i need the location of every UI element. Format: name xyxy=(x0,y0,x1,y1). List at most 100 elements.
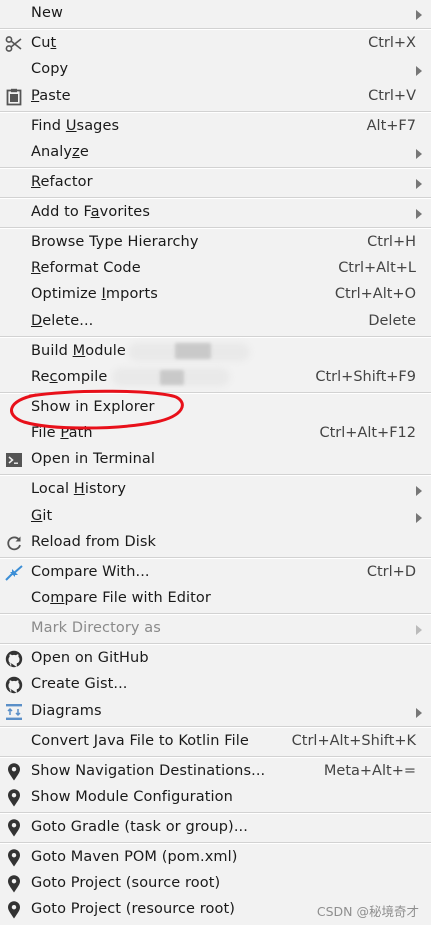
menu-item-git[interactable]: Git xyxy=(0,504,431,530)
menu-item-label: Reload from Disk xyxy=(31,534,157,550)
menu-item-label: Find Usages xyxy=(31,118,120,134)
github-icon xyxy=(4,675,24,695)
submenu-arrow-icon xyxy=(416,209,422,219)
menu-item-label: Open on GitHub xyxy=(31,650,149,666)
shortcut-text: Ctrl+D xyxy=(366,564,416,580)
menu-separator xyxy=(0,197,431,199)
hand-drawn-highlight-ellipse xyxy=(10,389,184,430)
redacted-module-name xyxy=(175,343,211,359)
menu-separator xyxy=(0,613,431,615)
menu-separator xyxy=(0,726,431,728)
menu-item-analyze[interactable]: Analyze xyxy=(0,140,431,166)
menu-item-label: Analyze xyxy=(31,144,89,160)
menu-separator xyxy=(0,756,431,758)
shortcut-text: Ctrl+Alt+L xyxy=(338,260,416,276)
menu-separator xyxy=(0,643,431,645)
menu-item-goto-gradle[interactable]: Goto Gradle (task or group)... xyxy=(0,815,431,841)
menu-item-label: Open in Terminal xyxy=(31,451,156,467)
menu-item-label: Optimize Imports xyxy=(31,286,158,302)
menu-item-delete[interactable]: Delete... Delete xyxy=(0,309,431,335)
menu-item-cut[interactable]: Cut Ctrl+X xyxy=(0,31,431,57)
menu-item-label: Goto Gradle (task or group)... xyxy=(31,819,248,835)
menu-item-goto-maven-pom[interactable]: Goto Maven POM (pom.xml) xyxy=(0,845,431,871)
menu-separator xyxy=(0,557,431,559)
menu-separator xyxy=(0,474,431,476)
location-pin-icon xyxy=(4,762,24,782)
location-pin-icon xyxy=(4,818,24,838)
shortcut-text: Ctrl+V xyxy=(368,88,416,104)
menu-item-label: Cut xyxy=(31,35,57,51)
menu-item-add-to-favorites[interactable]: Add to Favorites xyxy=(0,200,431,226)
submenu-arrow-icon xyxy=(416,513,422,523)
location-pin-icon xyxy=(4,874,24,894)
menu-item-label: Refactor xyxy=(31,174,93,190)
location-pin-icon xyxy=(4,900,24,920)
menu-item-mark-directory-as: Mark Directory as xyxy=(0,616,431,642)
menu-item-compare-with[interactable]: Compare With... Ctrl+D xyxy=(0,560,431,586)
menu-item-find-usages[interactable]: Find Usages Alt+F7 xyxy=(0,114,431,140)
menu-item-label: New xyxy=(31,5,63,21)
menu-item-label: Compare With... xyxy=(31,564,150,580)
submenu-arrow-icon xyxy=(416,625,422,635)
shortcut-text: Delete xyxy=(368,313,416,329)
menu-item-label: Reformat Code xyxy=(31,260,141,276)
menu-item-label: Recompile xyxy=(31,369,108,385)
menu-item-label: Add to Favorites xyxy=(31,204,150,220)
menu-item-label: Show Navigation Destinations... xyxy=(31,763,266,779)
menu-item-compare-file-with-editor[interactable]: Compare File with Editor xyxy=(0,586,431,612)
menu-item-label: Paste xyxy=(31,88,71,104)
shortcut-text: Ctrl+Shift+F9 xyxy=(315,369,416,385)
shortcut-text: Ctrl+H xyxy=(367,234,416,250)
shortcut-text: Ctrl+Alt+O xyxy=(334,286,416,302)
menu-item-paste[interactable]: Paste Ctrl+V xyxy=(0,84,431,110)
menu-item-label: Local History xyxy=(31,481,127,497)
watermark: CSDN @秘境奇才 xyxy=(316,904,419,919)
terminal-icon xyxy=(4,450,24,470)
submenu-arrow-icon xyxy=(416,179,422,189)
menu-item-show-navigation-destinations[interactable]: Show Navigation Destinations... Meta+Alt… xyxy=(0,759,431,785)
menu-item-convert-java-to-kotlin[interactable]: Convert Java File to Kotlin File Ctrl+Al… xyxy=(0,729,431,755)
menu-item-optimize-imports[interactable]: Optimize Imports Ctrl+Alt+O xyxy=(0,282,431,308)
menu-item-open-on-github[interactable]: Open on GitHub xyxy=(0,646,431,672)
menu-item-label: Diagrams xyxy=(31,703,102,719)
menu-item-label: Copy xyxy=(31,61,69,77)
menu-item-copy[interactable]: Copy xyxy=(0,57,431,83)
menu-item-label: Show Module Configuration xyxy=(31,789,233,805)
menu-item-diagrams[interactable]: Diagrams xyxy=(0,699,431,725)
menu-separator xyxy=(0,336,431,338)
menu-item-reformat-code[interactable]: Reformat Code Ctrl+Alt+L xyxy=(0,256,431,282)
location-pin-icon xyxy=(4,848,24,868)
shortcut-text: Meta+Alt+= xyxy=(323,763,416,779)
menu-item-show-module-configuration[interactable]: Show Module Configuration xyxy=(0,785,431,811)
menu-item-label: Convert Java File to Kotlin File xyxy=(31,733,249,749)
menu-item-browse-type-hierarchy[interactable]: Browse Type Hierarchy Ctrl+H xyxy=(0,230,431,256)
submenu-arrow-icon xyxy=(416,708,422,718)
submenu-arrow-icon xyxy=(416,10,422,20)
menu-item-local-history[interactable]: Local History xyxy=(0,477,431,503)
menu-item-label: Build Module xyxy=(31,343,126,359)
redacted-file-name xyxy=(160,370,184,385)
diagram-icon xyxy=(4,702,24,722)
menu-item-new[interactable]: New xyxy=(0,1,431,27)
menu-separator xyxy=(0,227,431,229)
shortcut-text: Alt+F7 xyxy=(366,118,416,134)
menu-item-goto-project-source[interactable]: Goto Project (source root) xyxy=(0,871,431,897)
menu-item-label: Compare File with Editor xyxy=(31,590,211,606)
menu-item-label: Goto Maven POM (pom.xml) xyxy=(31,849,238,865)
menu-separator xyxy=(0,812,431,814)
scissors-icon xyxy=(4,34,24,54)
compare-arrows-icon xyxy=(4,563,24,583)
menu-item-label: Git xyxy=(31,508,53,524)
github-icon xyxy=(4,649,24,669)
menu-item-label: Delete... xyxy=(31,313,94,329)
menu-item-refactor[interactable]: Refactor xyxy=(0,170,431,196)
menu-item-reload-from-disk[interactable]: Reload from Disk xyxy=(0,530,431,556)
reload-icon xyxy=(4,533,24,553)
menu-item-open-in-terminal[interactable]: Open in Terminal xyxy=(0,447,431,473)
menu-item-create-gist[interactable]: Create Gist... xyxy=(0,672,431,698)
menu-item-label: Mark Directory as xyxy=(31,620,161,636)
menu-separator xyxy=(0,111,431,113)
shortcut-text: Ctrl+Alt+Shift+K xyxy=(291,733,416,749)
menu-item-label: Goto Project (resource root) xyxy=(31,901,236,917)
submenu-arrow-icon xyxy=(416,149,422,159)
